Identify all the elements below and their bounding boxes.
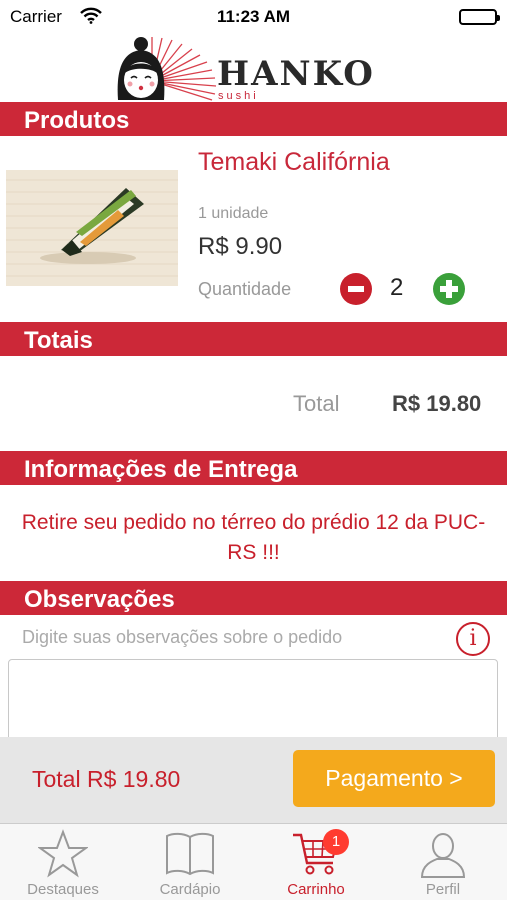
logo-text: HANKO bbox=[217, 54, 375, 94]
product-image bbox=[6, 170, 178, 286]
tab-cardapio[interactable]: Cardápio bbox=[127, 824, 253, 900]
tab-destaques[interactable]: Destaques bbox=[0, 824, 126, 900]
app-header: HANKO sushi bbox=[0, 34, 507, 102]
checkout-bar: Total R$ 19.80 Pagamento > bbox=[0, 737, 507, 823]
observations-hint: Digite suas observações sobre o pedido bbox=[22, 627, 343, 647]
tab-bar: Destaques Cardápio 1 Carrinho Perfil bbox=[0, 823, 507, 900]
book-icon bbox=[166, 832, 214, 876]
total-label: Total bbox=[293, 391, 340, 416]
tab-label-carrinho: Carrinho bbox=[287, 881, 345, 898]
quantity-label: Quantidade bbox=[198, 279, 292, 299]
star-icon bbox=[38, 829, 88, 878]
tab-carrinho[interactable]: 1 Carrinho bbox=[253, 824, 379, 900]
tab-label-cardapio: Cardápio bbox=[159, 881, 221, 898]
section-products-header: Produtos bbox=[0, 102, 507, 136]
increase-quantity-button[interactable] bbox=[433, 273, 465, 305]
hanko-logo: HANKO sushi bbox=[112, 36, 402, 102]
observations-textarea[interactable] bbox=[8, 659, 498, 749]
section-observations-header: Observações bbox=[0, 581, 507, 615]
logo-subtitle: sushi bbox=[218, 90, 259, 102]
product-price: R$ 9.90 bbox=[198, 233, 283, 260]
decrease-quantity-button[interactable] bbox=[340, 273, 372, 305]
payment-button[interactable]: Pagamento > bbox=[293, 750, 495, 807]
quantity-value: 2 bbox=[390, 274, 404, 301]
checkout-total: Total R$ 19.80 bbox=[32, 766, 181, 792]
tab-perfil[interactable]: Perfil bbox=[380, 824, 506, 900]
section-totals-header: Totais bbox=[0, 322, 507, 356]
product-unit: 1 unidade bbox=[198, 205, 269, 222]
cart-badge: 1 bbox=[323, 829, 349, 855]
info-icon[interactable]: i bbox=[456, 622, 490, 656]
delivery-message: Retire seu pedido no térreo do prédio 12… bbox=[21, 511, 486, 564]
battery-icon bbox=[459, 9, 500, 25]
status-time: 11:23 AM bbox=[216, 7, 291, 26]
tab-label-destaques: Destaques bbox=[27, 881, 99, 898]
tab-label-perfil: Perfil bbox=[425, 881, 461, 898]
status-bar: Carrier 11:23 AM bbox=[0, 0, 507, 34]
total-value: R$ 19.80 bbox=[392, 391, 482, 416]
person-icon bbox=[420, 833, 466, 878]
section-delivery-header: Informações de Entrega bbox=[0, 451, 507, 485]
product-name: Temaki Califórnia bbox=[198, 148, 390, 176]
